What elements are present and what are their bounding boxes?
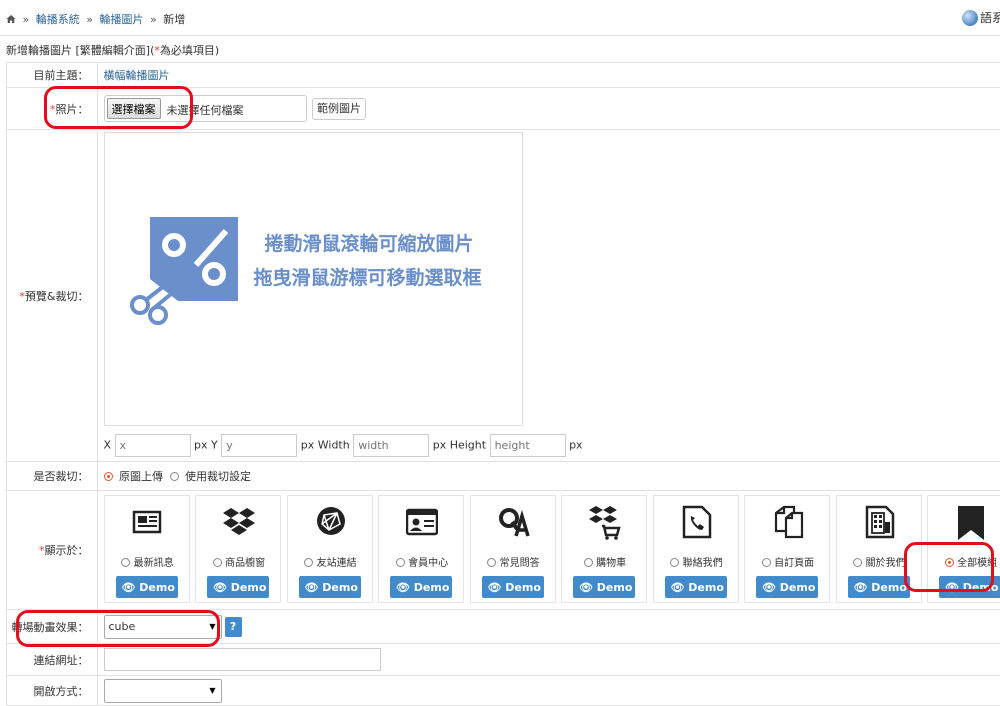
demo-button[interactable]: 👁 Demo [299, 576, 361, 598]
demo-button[interactable]: 👁 Demo [482, 576, 544, 598]
row-photo: *照片： 選擇檔案 未選擇任何檔案 範例圖片 [7, 88, 1000, 130]
help-button[interactable]: ? [225, 617, 242, 637]
crop-x-input[interactable] [115, 434, 191, 457]
row-topic: 目前主題： 橫幅輪播圖片 [7, 63, 1000, 88]
module-all[interactable]: 全部模組 👁 Demo [927, 495, 1000, 603]
breadcrumb-sep: » [83, 13, 96, 26]
member-card-icon [406, 504, 438, 540]
photo-label: *照片： [7, 88, 98, 130]
no-file-text: 未選擇任何檔案 [167, 102, 244, 118]
choose-file-button[interactable]: 選擇檔案 [107, 98, 161, 119]
globe-icon [962, 10, 978, 26]
chevron-down-icon: ▼ [209, 680, 215, 702]
row-display: *顯示於： 最新訊息 👁 Demo 商品櫥窗 👁 Demo 友站連結 👁 Dem… [7, 491, 1000, 610]
module-radio[interactable] [487, 558, 496, 567]
breadcrumb-sep: » [147, 13, 160, 26]
display-label: *顯示於： [7, 491, 98, 610]
language-switch[interactable]: 語系 [962, 9, 1000, 26]
crop-preview[interactable]: 捲動滑鼠滾輪可縮放圖片 拖曳滑鼠游標可移動選取框 [104, 132, 523, 426]
news-icon [132, 504, 164, 540]
module-member[interactable]: 會員中心 👁 Demo [378, 495, 464, 603]
crop-y-input[interactable] [221, 434, 297, 457]
crop-option-label: 是否裁切： [7, 462, 98, 491]
language-label: 語系 [980, 11, 1000, 25]
transition-label: 轉場動畫效果： [7, 610, 98, 644]
file-input[interactable]: 選擇檔案 未選擇任何檔案 [104, 95, 307, 122]
module-cart[interactable]: 購物車 👁 Demo [561, 495, 647, 603]
demo-button[interactable]: 👁 Demo [573, 576, 635, 598]
module-news[interactable]: 最新訊息 👁 Demo [104, 495, 190, 603]
module-radio[interactable] [670, 558, 679, 567]
breadcrumb-add: 新增 [163, 13, 185, 26]
form-table: 目前主題： 橫幅輪播圖片 *照片： 選擇檔案 未選擇任何檔案 範例圖片 *預覽&… [6, 62, 1000, 706]
crop-coordinates: X px Y px Width px Height px [104, 434, 1000, 457]
module-radio[interactable] [853, 558, 862, 567]
top-bar: » 輪播系統 » 輪播圖片 » 新增 語系 [0, 0, 1000, 36]
open-mode-select[interactable]: ▼ [104, 679, 222, 703]
module-radio[interactable] [584, 558, 593, 567]
topic-value: 橫幅輪播圖片 [104, 69, 170, 82]
row-crop: *預覽&裁切： 捲動滑鼠滾輪可縮放圖片 拖曳滑鼠游標可移動選取框 [7, 130, 1000, 462]
demo-button[interactable]: 👁 Demo [848, 576, 910, 598]
module-about[interactable]: 關於我們 👁 Demo [836, 495, 922, 603]
crop-height-input[interactable] [490, 434, 566, 457]
topic-label: 目前主題： [7, 63, 98, 88]
qa-icon [498, 504, 530, 540]
module-list: 最新訊息 👁 Demo 商品櫥窗 👁 Demo 友站連結 👁 Demo 會員中心 [104, 491, 1000, 609]
transition-select[interactable]: cube▼ [104, 615, 222, 639]
row-url: 連結網址： [7, 644, 1000, 676]
breadcrumb: » 輪播系統 » 輪播圖片 » 新增 [6, 11, 185, 27]
demo-button[interactable]: 👁 Demo [665, 576, 727, 598]
module-faq[interactable]: 常見問答 👁 Demo [470, 495, 556, 603]
building-icon [864, 504, 896, 540]
network-icon [315, 504, 347, 540]
demo-button[interactable]: 👁 Demo [756, 576, 818, 598]
url-label: 連結網址： [7, 644, 98, 676]
demo-button[interactable]: 👁 Demo [207, 576, 269, 598]
breadcrumb-sep: » [20, 13, 33, 26]
module-links[interactable]: 友站連結 👁 Demo [287, 495, 373, 603]
example-image-button[interactable]: 範例圖片 [312, 98, 366, 120]
breadcrumb-carousel-images[interactable]: 輪播圖片 [99, 13, 143, 26]
module-products[interactable]: 商品櫥窗 👁 Demo [195, 495, 281, 603]
pages-icon [772, 504, 804, 540]
cart-box-icon [589, 504, 621, 540]
crop-label: *預覽&裁切： [7, 130, 98, 462]
module-radio[interactable] [121, 558, 130, 567]
crop-width-input[interactable] [353, 434, 429, 457]
row-crop-option: 是否裁切： 原圖上傳 使用裁切設定 [7, 462, 1000, 491]
module-radio[interactable] [396, 558, 405, 567]
url-input[interactable] [104, 648, 381, 671]
dropbox-icon [223, 504, 255, 540]
module-radio-selected[interactable] [945, 558, 954, 567]
radio-use-crop[interactable] [170, 472, 179, 481]
row-open-mode: 開啟方式： ▼ [7, 676, 1000, 706]
bookmark-icon [955, 504, 987, 540]
phone-icon [681, 504, 713, 540]
open-mode-label: 開啟方式： [7, 676, 98, 706]
module-radio[interactable] [213, 558, 222, 567]
home-icon[interactable] [6, 14, 16, 24]
crop-scissors-icon [128, 217, 240, 327]
form-title: 新增輪播圖片 [繁體編輯介面](*為必填項目) [6, 42, 219, 58]
module-radio[interactable] [304, 558, 313, 567]
chevron-down-icon: ▼ [209, 616, 215, 638]
demo-button[interactable]: 👁 Demo [116, 576, 178, 598]
demo-button[interactable]: 👁 Demo [390, 576, 452, 598]
module-contact[interactable]: 聯絡我們 👁 Demo [653, 495, 739, 603]
breadcrumb-carousel-system[interactable]: 輪播系統 [36, 13, 80, 26]
module-radio[interactable] [762, 558, 771, 567]
drag-hint: 拖曳滑鼠游標可移動選取框 [254, 263, 482, 290]
row-transition: 轉場動畫效果： cube▼? [7, 610, 1000, 644]
module-custom-page[interactable]: 自訂頁面 👁 Demo [744, 495, 830, 603]
zoom-hint: 捲動滑鼠滾輪可縮放圖片 [265, 229, 474, 256]
radio-original-upload[interactable] [104, 472, 113, 481]
demo-button[interactable]: 👁 Demo [939, 576, 1000, 598]
